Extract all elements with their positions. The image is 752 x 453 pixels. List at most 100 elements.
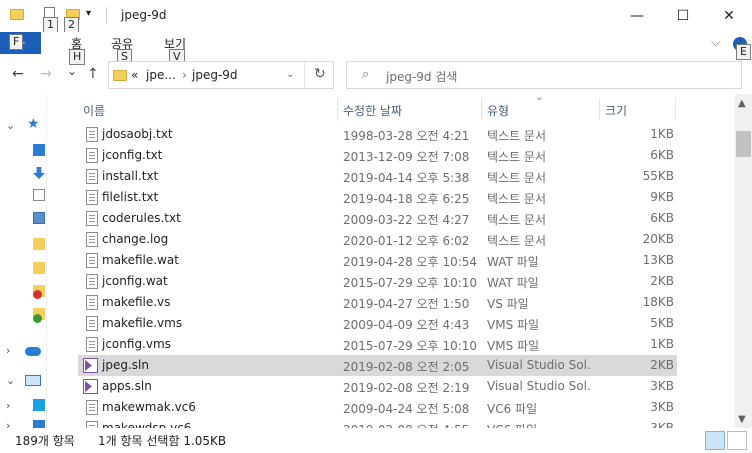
breadcrumb-overflow[interactable]: «: [131, 68, 138, 82]
3d-objects-icon[interactable]: [33, 399, 45, 411]
folder-icon[interactable]: [33, 238, 45, 250]
forward-button[interactable]: →: [40, 66, 52, 82]
file-name: apps.sln: [102, 379, 152, 393]
table-row[interactable]: filelist.txt 2019-04-18 오후 6:25 텍스트 문서 9KB: [78, 187, 677, 208]
table-row[interactable]: install.txt 2019-04-14 오후 5:38 텍스트 문서 55KB: [78, 166, 677, 187]
this-pc-icon[interactable]: [25, 375, 41, 386]
text-file-icon: [86, 148, 98, 163]
table-row[interactable]: makefile.wat 2019-04-28 오후 10:54 WAT 파일 13K…: [78, 250, 677, 271]
search-box[interactable]: ⌕ jpeg-9d 검색: [346, 61, 742, 89]
expand-ribbon-icon[interactable]: ⌵: [711, 35, 720, 50]
column-divider[interactable]: [599, 98, 600, 120]
refresh-button[interactable]: ↻: [314, 66, 326, 82]
chevron-right-icon[interactable]: ›: [6, 399, 10, 412]
breadcrumb-item[interactable]: jpe...: [146, 68, 176, 82]
table-row[interactable]: coderules.txt 2009-03-22 오전 4:27 텍스트 문서 6KB: [78, 208, 677, 229]
file-name: jconfig.txt: [102, 148, 163, 162]
file-date: 2009-04-09 오전 4:43: [343, 318, 470, 332]
table-row[interactable]: makefile.vms 2009-04-09 오전 4:43 VMS 파일 5KB: [78, 313, 677, 334]
table-row[interactable]: jconfig.txt 2013-12-09 오전 7:08 텍스트 문서 6KB: [78, 145, 677, 166]
vertical-scrollbar[interactable]: ▲ ▼: [735, 94, 752, 428]
file-size: 1KB: [650, 127, 674, 141]
documents-icon[interactable]: [33, 189, 45, 201]
chevron-right-icon[interactable]: ›: [6, 344, 10, 357]
column-divider[interactable]: [675, 98, 676, 120]
scroll-down-icon[interactable]: ▼: [738, 414, 746, 425]
breadcrumb-separator-icon: ›: [182, 68, 187, 82]
column-divider[interactable]: [481, 98, 482, 120]
folder-icon: [10, 9, 24, 20]
address-dropdown-icon[interactable]: ⌄: [286, 69, 294, 80]
file-date: 2015-07-29 오후 10:10: [343, 276, 478, 290]
tab-file[interactable]: 파 F: [0, 32, 41, 54]
column-type[interactable]: 유형: [487, 102, 509, 119]
table-row[interactable]: jconfig.wat 2015-07-29 오후 10:10 WAT 파일 2KB: [78, 271, 677, 292]
up-button[interactable]: ↑: [87, 66, 99, 82]
chevron-down-icon[interactable]: ⌄: [6, 374, 15, 387]
close-button[interactable]: ✕: [706, 0, 752, 32]
table-row[interactable]: apps.sln 2019-02-08 오전 2:19 Visual Studio …: [78, 376, 677, 397]
file-icon: [86, 253, 98, 268]
text-file-icon: [86, 232, 98, 247]
file-name: makewdsp.vc6: [102, 421, 192, 428]
table-row[interactable]: makefile.vs 2019-04-27 오전 1:50 VS 파일 18KB: [78, 292, 677, 313]
scroll-up-icon[interactable]: ▲: [738, 98, 746, 109]
file-date: 2019-02-08 오전 2:05: [343, 360, 470, 374]
chevron-down-icon[interactable]: ⌄: [6, 119, 15, 132]
column-header: 이름 수정한 날짜 유형 ⌄ 크기: [75, 94, 735, 124]
table-row[interactable]: jdosaobj.txt 1998-03-28 오전 4:21 텍스트 문서 1KB: [78, 124, 677, 145]
file-type: Visual Studio Sol...: [487, 379, 591, 393]
maximize-button[interactable]: ☐: [660, 0, 706, 32]
file-size: 5KB: [650, 316, 674, 330]
downloads-icon[interactable]: [33, 167, 45, 179]
file-date: 2019-02-08 오전 4:55: [343, 421, 469, 428]
navigation-bar: ← → ⌄ ↑ « jpe... › jpeg-9d ⌄ ↻ ⌕ jpeg-9d…: [0, 56, 752, 94]
window-title: jpeg-9d: [121, 8, 167, 22]
recent-locations-button[interactable]: ⌄: [67, 64, 77, 78]
table-row[interactable]: makewmak.vc6 2009-04-24 오전 5:08 VC6 파일 3KB: [78, 397, 677, 418]
file-date: 2019-02-08 오전 2:19: [343, 381, 470, 395]
file-name: jdosaobj.txt: [102, 127, 173, 141]
file-size: 2KB: [650, 274, 674, 288]
desktop-icon[interactable]: [33, 144, 45, 156]
file-icon: [86, 274, 98, 289]
file-type: VS 파일: [487, 297, 529, 311]
file-name: makefile.vms: [102, 316, 183, 330]
file-name: jconfig.vms: [102, 337, 171, 351]
onedrive-icon[interactable]: [25, 347, 41, 356]
column-size[interactable]: 크기: [605, 102, 627, 119]
table-row-selected[interactable]: jpeg.sln 2019-02-08 오전 2:05 Visual Studio …: [78, 355, 677, 376]
file-name: makewmak.vc6: [102, 400, 196, 414]
file-size: 13KB: [642, 253, 674, 267]
breadcrumb-item[interactable]: jpeg-9d: [192, 68, 238, 82]
details-view-button[interactable]: [705, 431, 725, 450]
column-date[interactable]: 수정한 날짜: [343, 102, 402, 119]
pictures-icon[interactable]: [33, 212, 45, 224]
file-size: 1KB: [650, 337, 674, 351]
table-row[interactable]: jconfig.vms 2015-07-29 오후 10:10 VMS 파일 1KB: [78, 334, 677, 355]
file-list: 이름 수정한 날짜 유형 ⌄ 크기 jdosaobj.txt 1998-03-28…: [75, 94, 735, 428]
desktop-icon[interactable]: [33, 420, 45, 428]
folder-icon[interactable]: [33, 262, 45, 274]
file-date: 2020-01-12 오후 6:02: [343, 234, 470, 248]
back-button[interactable]: ←: [12, 66, 24, 82]
table-row[interactable]: makewdsp.vc6 2019-02-08 오전 4:55 VC6 파일 3KB: [78, 418, 677, 428]
minimize-button[interactable]: —: [614, 0, 660, 32]
file-date: 2019-04-18 오후 6:25: [343, 192, 470, 206]
table-row[interactable]: change.log 2020-01-12 오후 6:02 텍스트 문서 20KB: [78, 229, 677, 250]
scroll-thumb[interactable]: [736, 131, 751, 157]
column-name[interactable]: 이름: [83, 102, 105, 119]
text-file-icon: [86, 127, 98, 142]
address-bar[interactable]: « jpe... › jpeg-9d ⌄ ↻: [108, 61, 334, 89]
selection-info: 1개 항목 선택함 1.05KB: [98, 434, 227, 448]
keytip-new-folder: 2: [64, 17, 79, 33]
customize-quick-access-icon[interactable]: ▾: [86, 8, 91, 19]
large-icons-view-button[interactable]: [727, 431, 747, 450]
column-divider[interactable]: [337, 98, 338, 120]
text-file-icon: [86, 169, 98, 184]
file-name: filelist.txt: [102, 190, 159, 204]
file-date: 2009-03-22 오전 4:27: [343, 213, 470, 227]
quick-access-star-icon[interactable]: ★: [27, 116, 40, 132]
file-icon: [86, 337, 98, 352]
file-type: 텍스트 문서: [487, 213, 547, 227]
